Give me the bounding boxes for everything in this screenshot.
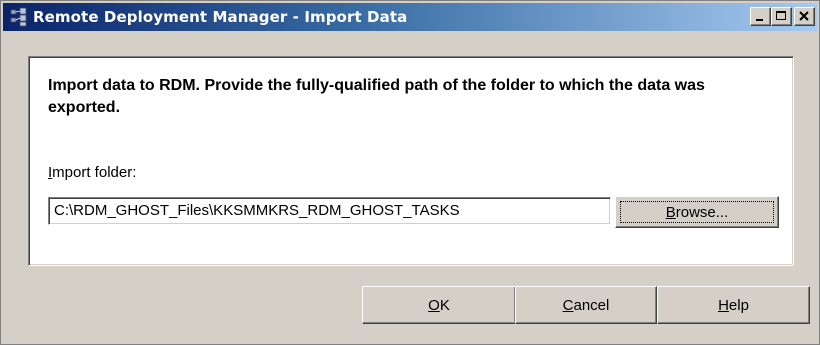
close-icon — [799, 11, 809, 21]
content-panel: Import data to RDM. Provide the fully-qu… — [28, 56, 794, 266]
ok-button[interactable]: OK — [362, 286, 516, 324]
browse-button[interactable]: Browse... — [615, 196, 779, 228]
rdm-app-icon[interactable] — [9, 7, 29, 27]
ok-label-mnemonic: O — [428, 296, 440, 314]
browse-label-rest: rowse... — [675, 203, 729, 221]
cancel-label-rest: ancel — [573, 296, 610, 314]
minimize-icon — [756, 19, 763, 21]
import-folder-label-rest: mport folder: — [52, 164, 137, 181]
help-label-rest: elp — [728, 296, 749, 314]
maximize-button[interactable] — [771, 7, 792, 26]
ok-label-rest: K — [439, 296, 450, 314]
close-button[interactable] — [794, 7, 815, 26]
browse-label-mnemonic: B — [665, 203, 676, 221]
import-folder-label: Import folder: — [48, 164, 136, 181]
cancel-button[interactable]: Cancel — [515, 286, 657, 324]
maximize-icon — [776, 11, 786, 20]
instruction-text: Import data to RDM. Provide the fully-qu… — [48, 77, 705, 116]
title-bar[interactable]: Remote Deployment Manager - Import Data — [3, 3, 817, 31]
help-label-mnemonic: H — [718, 296, 729, 314]
minimize-button[interactable] — [750, 7, 771, 26]
import-folder-input[interactable]: C:\RDM_GHOST_Files\KKSMMKRS_RDM_GHOST_TA… — [48, 197, 611, 225]
help-button[interactable]: Help — [657, 286, 810, 324]
cancel-label-mnemonic: C — [562, 296, 574, 314]
window-controls — [750, 7, 815, 26]
import-data-dialog: Remote Deployment Manager - Import Data — [0, 0, 820, 345]
window-title: Remote Deployment Manager - Import Data — [33, 8, 408, 26]
